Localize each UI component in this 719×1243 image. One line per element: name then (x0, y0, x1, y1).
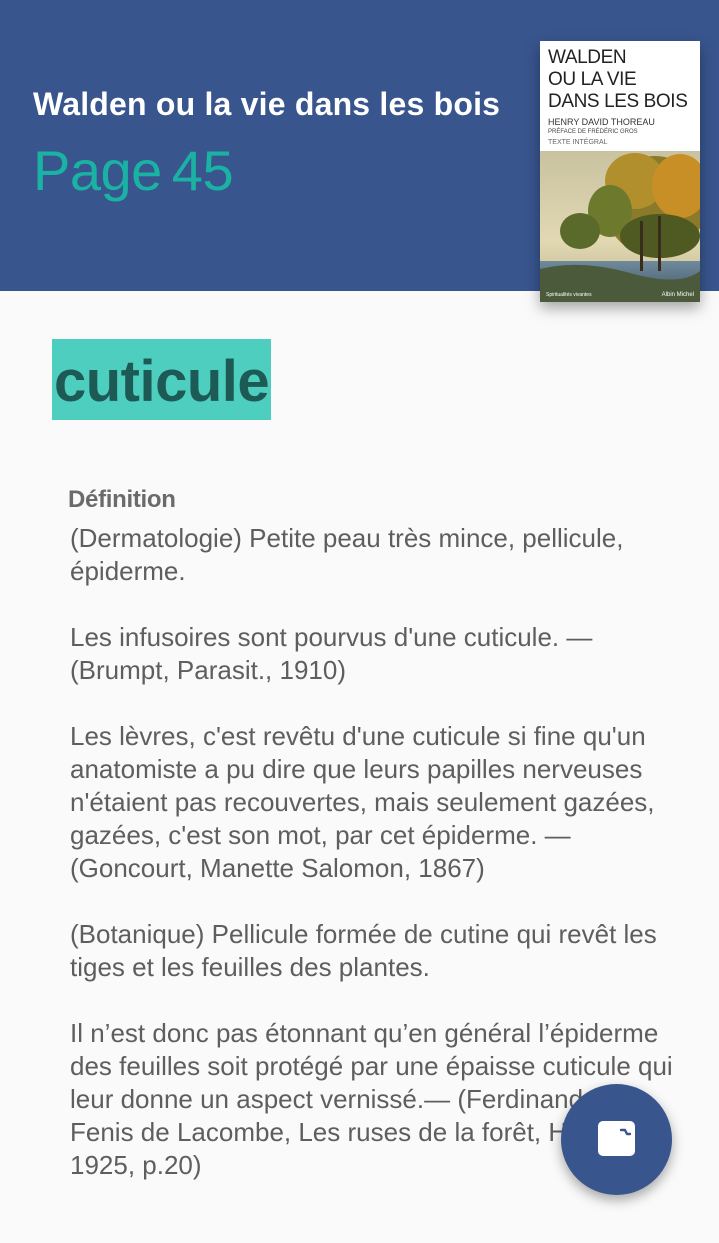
definition-paragraph: Les infusoires sont pourvus d'une cuticu… (70, 622, 593, 685)
highlighted-word: cuticule (52, 339, 272, 420)
cover-painting (540, 151, 700, 302)
cover-preface: PRÉFACE DE FRÉDÉRIC GROS (548, 129, 638, 135)
cover-collection: Spiritualités vivantes (546, 292, 592, 298)
definition-paragraph: (Dermatologie) Petite peau très mince, p… (70, 523, 624, 586)
book-cover[interactable]: WALDEN OU LA VIE DANS LES BOIS HENRY DAV… (540, 41, 700, 302)
cover-publisher: Albin Michel (661, 292, 694, 298)
cover-title: WALDEN OU LA VIE DANS LES BOIS (548, 47, 688, 112)
page-label: Page (33, 139, 162, 202)
page-indicator: Page 45 (33, 138, 234, 203)
cover-edition: TEXTE INTÉGRAL (548, 139, 608, 146)
cover-author: HENRY DAVID THOREAU (548, 117, 655, 127)
definition-label: Définition (68, 486, 176, 513)
definition-paragraph: (Botanique) Pellicule formée de cutine q… (70, 919, 657, 982)
book-title: Walden ou la vie dans les bois (33, 86, 501, 122)
page-number: 45 (171, 139, 234, 202)
notebook-icon (598, 1121, 635, 1156)
notebook-fab-button[interactable] (561, 1084, 672, 1195)
definition-paragraph: Les lèvres, c'est revêtu d'une cuticule … (70, 721, 655, 883)
